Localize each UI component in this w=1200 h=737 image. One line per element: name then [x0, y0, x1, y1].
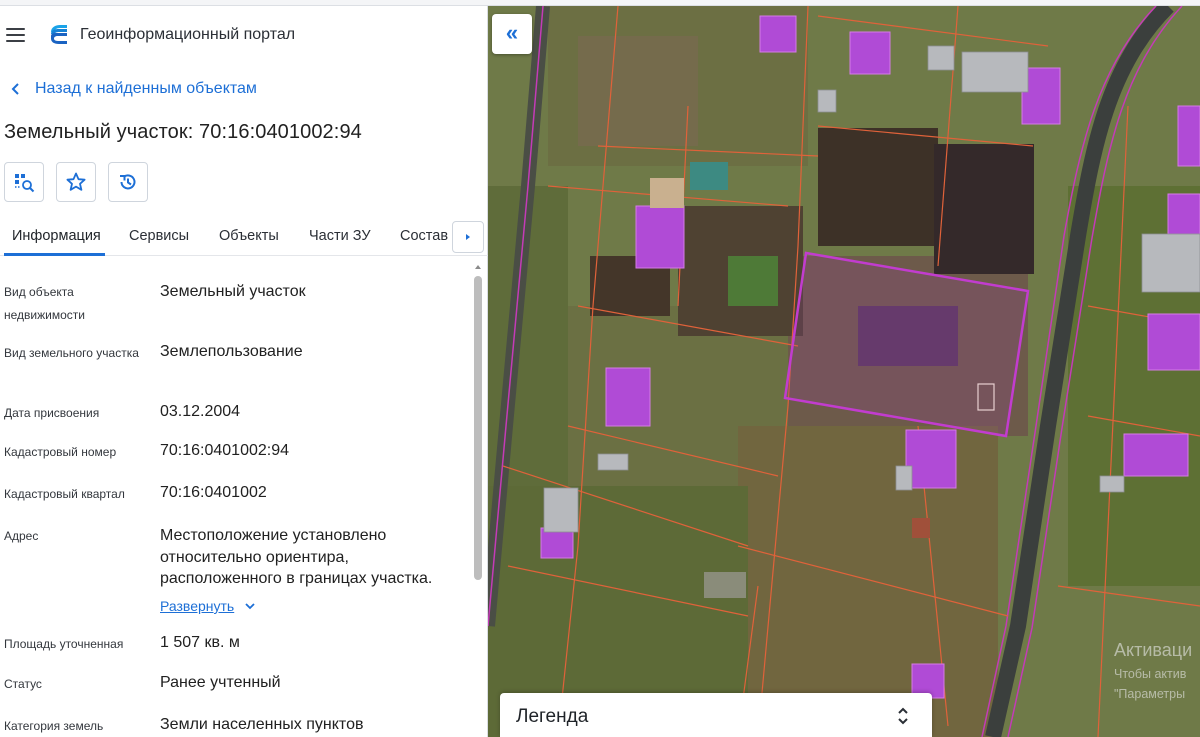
windows-activation-watermark-line3: "Параметры [1114, 687, 1186, 701]
tab-information[interactable]: Информация [12, 228, 101, 244]
windows-activation-watermark-line1: Активаци [1114, 640, 1193, 660]
prop-value-land-category: Земли населенных пунктов [160, 716, 364, 733]
tab-parts[interactable]: Части ЗУ [309, 228, 371, 244]
portal-logo-icon [51, 25, 67, 44]
legend-title: Легенда [516, 706, 589, 727]
tabs-next-button[interactable] [452, 221, 484, 253]
prop-label-land-category: Категория земель [4, 719, 104, 733]
scroll-up-arrow-icon[interactable] [473, 262, 483, 272]
panel-scrollbar[interactable] [473, 262, 483, 737]
tab-composition[interactable]: Состав [400, 228, 448, 244]
star-icon [66, 172, 86, 191]
back-to-results-link[interactable]: Назад к найденным объектам [9, 80, 257, 98]
triangle-right-icon [466, 234, 470, 240]
collapse-panel-button[interactable]: « [492, 14, 532, 54]
prop-label-cadastral-quarter: Кадастровый квартал [4, 487, 125, 501]
map-view[interactable] [488, 6, 1200, 737]
prop-value-cadastral-number: 70:16:0401002:94 [160, 442, 290, 459]
app-title: Геоинформационный портал [80, 26, 296, 43]
back-link-label: Назад к найденным объектам [35, 80, 257, 97]
prop-label-address: Адрес [4, 529, 39, 543]
page-title: Земельный участок: 70:16:0401002:94 [4, 121, 362, 143]
prop-label-parcel-type: Вид земельного участка [4, 346, 139, 360]
address-expand-label: Развернуть [160, 598, 235, 614]
windows-activation-watermark-line2: Чтобы актив [1114, 667, 1187, 681]
chevron-down-icon [245, 603, 255, 610]
scrollbar-thumb[interactable] [474, 276, 482, 580]
history-icon [120, 174, 136, 190]
address-expand-link[interactable]: Развернуть [160, 598, 256, 614]
legend-panel[interactable]: Легенда [500, 693, 932, 737]
tab-services[interactable]: Сервисы [129, 228, 189, 244]
show-on-map-button[interactable] [4, 162, 44, 202]
prop-value-assign-date: 03.12.2004 [160, 403, 241, 420]
double-chevron-left-icon: « [505, 19, 519, 45]
tabs-bar: Информация Сервисы Объекты Части ЗУ Сост… [0, 216, 488, 256]
prop-value-object-type: Земельный участок [160, 283, 306, 300]
prop-label-assign-date: Дата присвоения [4, 406, 100, 420]
map-search-icon [15, 174, 35, 193]
prop-value-area: 1 507 кв. м [160, 634, 240, 651]
info-panel [0, 6, 488, 737]
history-button[interactable] [108, 162, 148, 202]
prop-value-status: Ранее учтенный [160, 674, 281, 691]
prop-value-cadastral-quarter: 70:16:0401002 [160, 484, 267, 501]
unfold-icon[interactable] [893, 705, 913, 727]
prop-label-object-type: Вид объекта недвижимости [4, 285, 85, 322]
prop-value-address: Местоположение установлено относительно … [160, 527, 433, 587]
tab-objects[interactable]: Объекты [219, 228, 279, 244]
prop-label-area: Площадь уточненная [4, 637, 124, 651]
prop-label-cadastral-number: Кадастровый номер [4, 445, 117, 459]
prop-value-parcel-type: Землепользование [160, 343, 303, 360]
prop-label-status: Статус [4, 677, 42, 691]
active-tab-indicator [4, 253, 105, 256]
satellite-map [488, 6, 1200, 737]
favorite-button[interactable] [56, 162, 96, 202]
hamburger-icon[interactable] [6, 28, 25, 42]
chevron-left-icon [11, 83, 19, 95]
